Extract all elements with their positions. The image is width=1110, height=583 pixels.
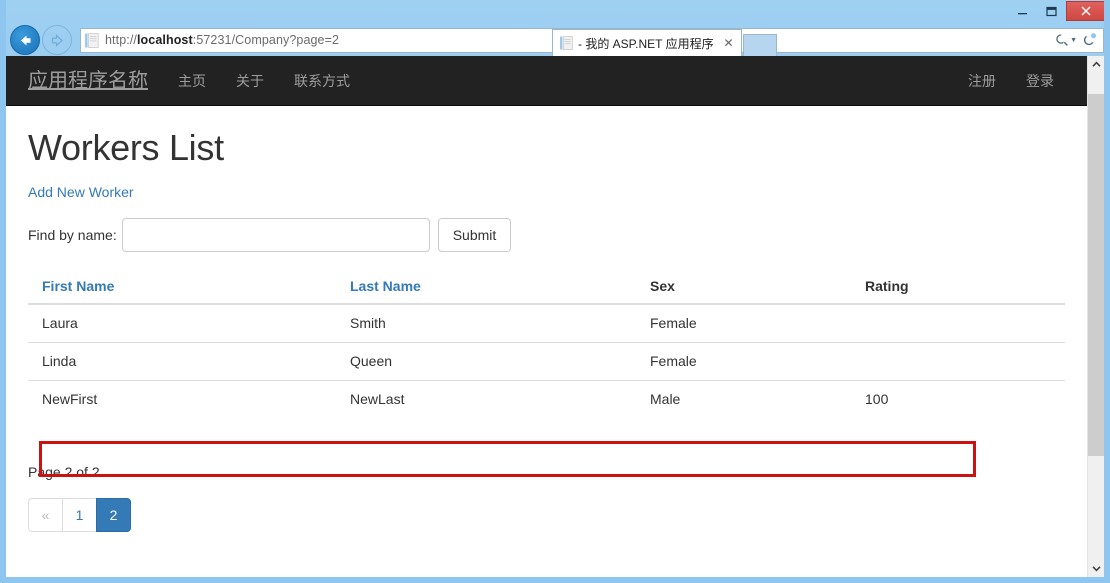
chevron-up-icon: [1092, 61, 1101, 67]
url-path: :57231/Company?page=2: [192, 33, 340, 47]
back-arrow-icon: [20, 35, 30, 45]
navbar-right-links: 注册 登录: [953, 56, 1087, 106]
content-container: Workers List Add New Worker Find by name…: [6, 128, 1087, 532]
cell-sex: Female: [636, 303, 851, 343]
pagination-page-1[interactable]: 1: [62, 497, 97, 532]
cell-sex: Male: [636, 379, 851, 418]
cell-sex: Female: [636, 341, 851, 381]
sort-link-last-name[interactable]: Last Name: [350, 278, 421, 294]
minimize-icon: [1018, 12, 1027, 14]
forward-button[interactable]: [42, 25, 72, 55]
forward-arrow-icon: [51, 33, 63, 47]
page-icon: [85, 32, 99, 48]
sort-link-first-name[interactable]: First Name: [42, 278, 114, 294]
add-new-worker-link[interactable]: Add New Worker: [28, 184, 134, 200]
tab-title: - 我的 ASP.NET 应用程序: [578, 36, 714, 51]
browser-toolbar-icons: [1033, 28, 1102, 45]
submit-button[interactable]: Submit: [437, 217, 512, 252]
cell-first-name: Linda: [28, 341, 336, 381]
home-icon[interactable]: [1033, 28, 1050, 45]
scroll-down-button[interactable]: [1088, 560, 1104, 577]
nav-item-about[interactable]: 关于: [221, 56, 279, 106]
table-header-row: First Name Last Name Sex Rating: [28, 269, 1065, 305]
column-header-sex: Sex: [636, 269, 851, 305]
pagination-first-button[interactable]: «: [28, 497, 63, 532]
scrollbar-track-top[interactable]: [1088, 73, 1104, 94]
gear-icon[interactable]: [1085, 28, 1102, 45]
star-icon[interactable]: [1059, 28, 1076, 45]
site-navbar: 应用程序名称 主页 关于 联系方式 注册 登录: [6, 56, 1087, 106]
url-prefix: http://: [105, 33, 137, 47]
nav-item-contact[interactable]: 联系方式: [279, 56, 365, 106]
navbar-brand[interactable]: 应用程序名称: [6, 56, 163, 106]
page-viewport: 应用程序名称 主页 关于 联系方式 注册 登录 Workers List Add…: [6, 56, 1104, 577]
cell-rating: [851, 303, 1065, 343]
cell-first-name: Laura: [28, 303, 336, 343]
browser-window: http://localhost:57231/Company?page=2 ▼: [0, 0, 1110, 583]
nav-item-login[interactable]: 登录: [1011, 56, 1069, 106]
browser-tab[interactable]: - 我的 ASP.NET 应用程序 ✕: [552, 29, 742, 56]
cell-rating: [851, 341, 1065, 381]
column-header-rating: Rating: [851, 269, 1065, 305]
close-icon: [1081, 6, 1091, 16]
navbar-links: 主页 关于 联系方式: [163, 56, 365, 106]
scrollbar-thumb[interactable]: [1088, 94, 1104, 456]
window-controls: [1008, 1, 1106, 21]
scroll-up-button[interactable]: [1088, 56, 1104, 73]
title-bar: [0, 0, 1110, 22]
page-scrollbar[interactable]: [1087, 56, 1104, 577]
web-page: 应用程序名称 主页 关于 联系方式 注册 登录 Workers List Add…: [6, 56, 1087, 577]
workers-table: First Name Last Name Sex Rating Laura Sm…: [28, 269, 1065, 418]
cell-rating: 100: [851, 379, 1065, 418]
chevron-down-icon: [1092, 566, 1101, 572]
tab-strip: - 我的 ASP.NET 应用程序 ✕: [552, 24, 1104, 56]
cell-last-name: NewLast: [336, 379, 636, 418]
cell-first-name: NewFirst: [28, 379, 336, 418]
pagination: « 1 2: [28, 497, 1065, 532]
column-header-last-name: Last Name: [336, 269, 636, 305]
back-button[interactable]: [10, 25, 40, 55]
window-frame-bottom: [0, 577, 1110, 583]
table-row[interactable]: NewFirst NewLast Male 100: [28, 379, 1065, 418]
minimize-button[interactable]: [1008, 1, 1037, 21]
search-input[interactable]: [121, 217, 430, 252]
page-icon: [560, 36, 573, 50]
window-frame-right: [1104, 0, 1110, 583]
window-frame-left: [0, 0, 6, 583]
maximize-icon: [1046, 6, 1057, 16]
page-title: Workers List: [28, 127, 224, 168]
table-row[interactable]: Laura Smith Female: [28, 303, 1065, 343]
url-host: localhost: [136, 33, 193, 47]
nav-item-home[interactable]: 主页: [163, 56, 221, 106]
column-header-first-name: First Name: [28, 269, 336, 305]
table-row[interactable]: Linda Queen Female: [28, 341, 1065, 381]
nav-item-register[interactable]: 注册: [953, 56, 1011, 106]
close-button[interactable]: [1066, 1, 1106, 21]
pagination-page-2[interactable]: 2: [96, 497, 131, 532]
find-by-name-label: Find by name:: [28, 226, 117, 243]
new-tab-button[interactable]: [743, 34, 777, 56]
cell-last-name: Queen: [336, 341, 636, 381]
maximize-button[interactable]: [1037, 1, 1066, 21]
page-info-text: Page 2 of 2: [28, 463, 100, 480]
cell-last-name: Smith: [336, 303, 636, 343]
find-by-name-form: Find by name: Submit: [28, 217, 1065, 252]
tab-close-button[interactable]: ✕: [720, 35, 737, 52]
